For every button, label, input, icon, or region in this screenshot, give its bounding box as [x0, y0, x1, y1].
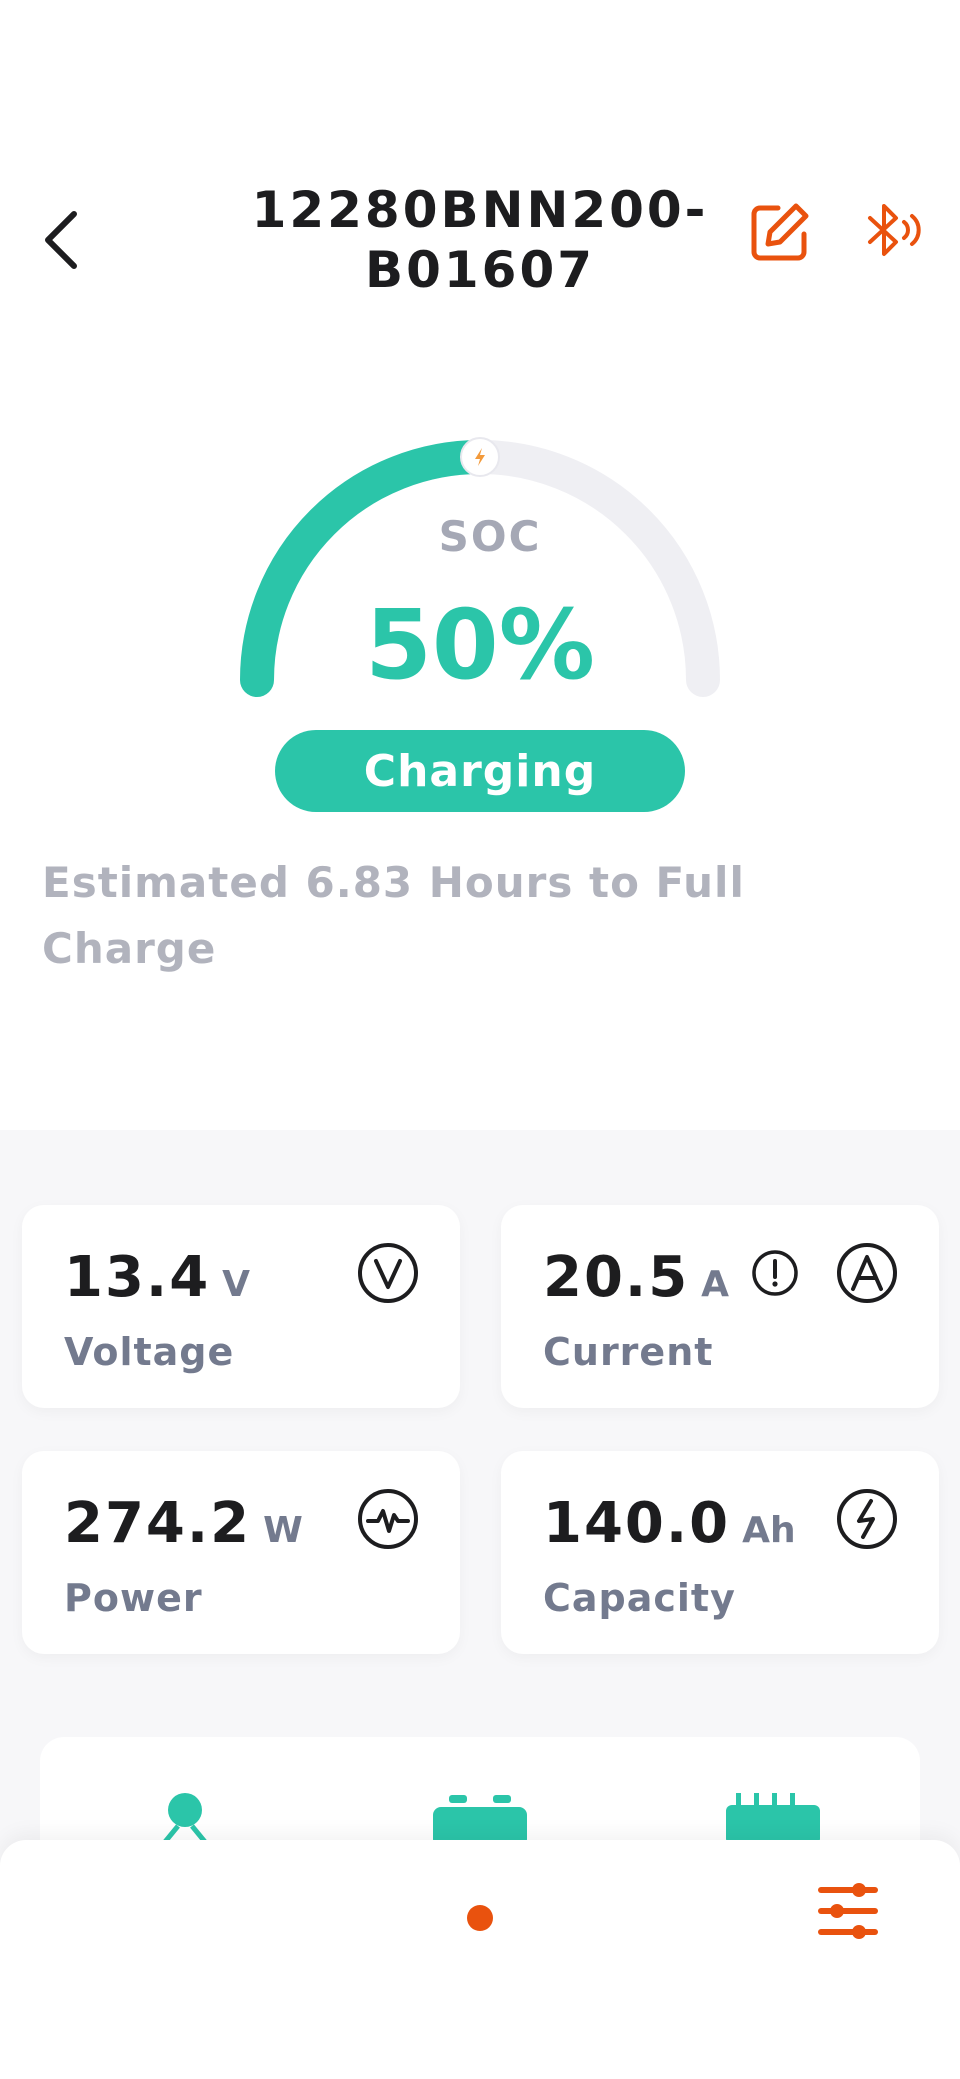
- voltage-unit: V: [222, 1264, 251, 1305]
- bms-icon: [726, 1793, 820, 1843]
- soc-label: SOC: [438, 512, 542, 561]
- active-dot-icon[interactable]: [467, 1905, 493, 1931]
- alert-icon[interactable]: [751, 1249, 799, 1297]
- voltage-card[interactable]: 13.4 V Voltage: [22, 1205, 460, 1408]
- ampere-icon: [837, 1243, 897, 1303]
- edit-icon: [751, 203, 809, 261]
- charge-time-estimate: Estimated 6.83 Hours to Full Charge: [42, 858, 745, 973]
- charging-status-badge: Charging: [275, 730, 685, 812]
- edit-button[interactable]: [748, 200, 812, 264]
- soc-value: 50%: [365, 589, 595, 701]
- voltage-icon: [358, 1243, 418, 1303]
- page-title: 12280BNN200-B01607: [251, 181, 709, 299]
- current-label: Current: [543, 1330, 714, 1374]
- capacity-value: 140.0: [543, 1491, 731, 1556]
- bluetooth-button[interactable]: [862, 198, 928, 264]
- capacity-card[interactable]: 140.0 Ah Capacity: [501, 1451, 939, 1654]
- bluetooth-icon: [868, 204, 921, 256]
- capacity-unit: Ah: [742, 1510, 796, 1551]
- power-unit: W: [263, 1510, 303, 1551]
- battery-icon: [433, 1795, 527, 1845]
- bottom-tab-bar: [0, 1840, 960, 2079]
- back-button[interactable]: [30, 200, 90, 280]
- header-bar: 12280BNN200-B01607: [0, 0, 960, 330]
- power-label: Power: [64, 1576, 203, 1620]
- current-unit: A: [701, 1264, 730, 1305]
- power-card[interactable]: 274.2 W Power: [22, 1451, 460, 1654]
- gauge-knob: [460, 437, 500, 477]
- voltage-label: Voltage: [64, 1330, 235, 1374]
- current-card[interactable]: 20.5 A Current: [501, 1205, 939, 1408]
- current-value: 20.5: [543, 1245, 690, 1310]
- power-value: 274.2: [64, 1491, 252, 1556]
- voltage-value: 13.4: [64, 1245, 211, 1310]
- settings-sliders-icon[interactable]: [815, 1880, 881, 1942]
- chevron-left-icon: [45, 211, 77, 269]
- power-pulse-icon: [358, 1489, 418, 1549]
- lightning-icon: [837, 1489, 897, 1549]
- capacity-label: Capacity: [543, 1576, 736, 1620]
